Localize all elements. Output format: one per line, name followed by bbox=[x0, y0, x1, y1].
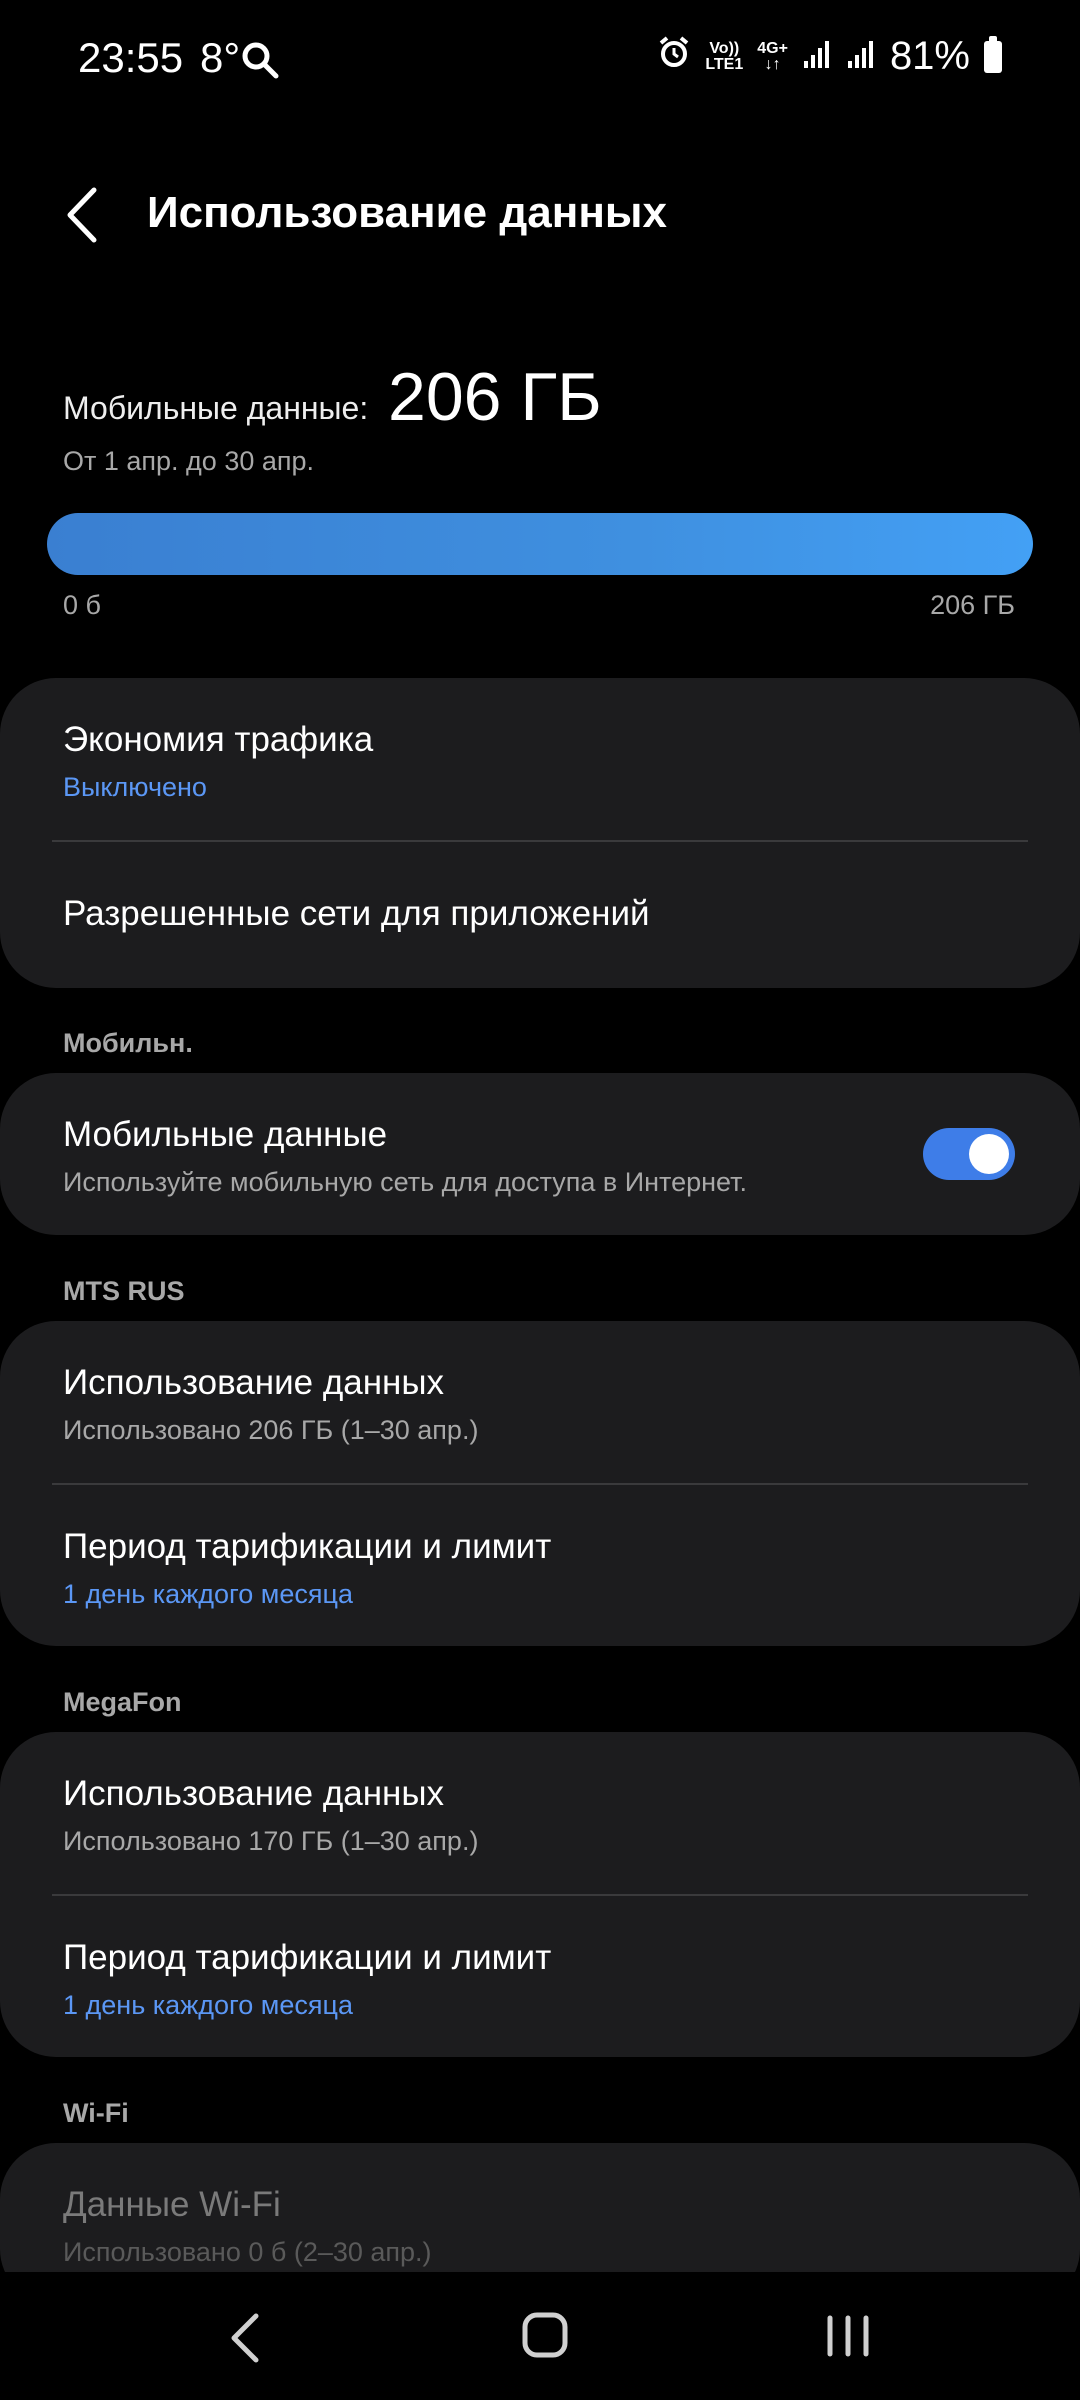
data-saver-status: Выключено bbox=[63, 772, 207, 802]
usage-progress-bar bbox=[47, 513, 1033, 575]
alarm-icon bbox=[657, 34, 691, 79]
mts-billing-title: Период тарификации и лимит bbox=[63, 1527, 552, 1566]
status-icons: Vo)) LTE1 4G+ ↓↑ 81% bbox=[657, 34, 1002, 79]
page-title: Использование данных bbox=[147, 188, 667, 237]
megafon-card: Использование данных Использовано 170 ГБ… bbox=[0, 1732, 1080, 2057]
nav-home-icon[interactable] bbox=[520, 2310, 570, 2360]
signal-icon-sim2 bbox=[846, 34, 876, 79]
nav-recent-apps-icon[interactable] bbox=[822, 2312, 874, 2360]
nav-back-icon[interactable] bbox=[224, 2310, 268, 2366]
section-header-mobile: Мобильн. bbox=[63, 1028, 193, 1058]
mts-billing-item[interactable]: Период тарификации и лимит 1 день каждог… bbox=[0, 1485, 1080, 1646]
section-header-wifi: Wi-Fi bbox=[63, 2098, 129, 2128]
battery-icon bbox=[984, 35, 1002, 73]
usage-label: Мобильные данные: bbox=[63, 390, 369, 426]
toggle-knob bbox=[969, 1134, 1009, 1174]
wifi-data-subtitle: Использовано 0 б (2–30 апр.) bbox=[63, 2237, 432, 2267]
section-header-mts: MTS RUS bbox=[63, 1276, 185, 1306]
search-icon bbox=[240, 40, 280, 80]
data-saver-item[interactable]: Экономия трафика Выключено bbox=[0, 678, 1080, 840]
mobile-data-subtitle: Используйте мобильную сеть для доступа в… bbox=[63, 1167, 748, 1197]
battery-percent: 81% bbox=[889, 34, 970, 78]
megafon-billing-subtitle: 1 день каждого месяца bbox=[63, 1990, 353, 2020]
allowed-networks-item[interactable]: Разрешенные сети для приложений bbox=[0, 842, 1080, 988]
megafon-billing-title: Период тарификации и лимит bbox=[63, 1938, 552, 1977]
megafon-usage-title: Использование данных bbox=[63, 1774, 445, 1813]
mts-card: Использование данных Использовано 206 ГБ… bbox=[0, 1321, 1080, 1646]
mobile-data-title: Мобильные данные bbox=[63, 1115, 388, 1154]
mts-billing-subtitle: 1 день каждого месяца bbox=[63, 1579, 353, 1609]
mts-usage-item[interactable]: Использование данных Использовано 206 ГБ… bbox=[0, 1321, 1080, 1483]
mts-usage-title: Использование данных bbox=[63, 1363, 445, 1402]
wifi-data-title: Данные Wi-Fi bbox=[63, 2185, 281, 2224]
status-temperature: 8° bbox=[200, 34, 241, 81]
network-type-indicator: 4G+ ↓↑ bbox=[757, 39, 788, 73]
status-time: 23:55 bbox=[78, 34, 184, 81]
usage-value: 206 ГБ bbox=[388, 359, 602, 435]
usage-period: От 1 апр. до 30 апр. bbox=[63, 446, 315, 476]
megafon-billing-item[interactable]: Период тарификации и лимит 1 день каждог… bbox=[0, 1896, 1080, 2057]
allowed-networks-title: Разрешенные сети для приложений bbox=[63, 894, 650, 933]
usage-bar-min: 0 б bbox=[63, 590, 101, 620]
section-header-megafon: MegaFon bbox=[63, 1687, 182, 1717]
signal-icon-sim1 bbox=[802, 34, 832, 79]
back-button[interactable] bbox=[56, 180, 116, 250]
data-saver-title: Экономия трафика bbox=[63, 720, 374, 759]
data-settings-card: Экономия трафика Выключено Разрешенные с… bbox=[0, 678, 1080, 988]
megafon-usage-subtitle: Использовано 170 ГБ (1–30 апр.) bbox=[63, 1826, 479, 1856]
usage-bar-max: 206 ГБ bbox=[930, 590, 1015, 620]
mobile-data-item[interactable]: Мобильные данные Используйте мобильную с… bbox=[0, 1073, 1080, 1235]
volte-indicator: Vo)) LTE1 bbox=[705, 39, 744, 73]
megafon-usage-item[interactable]: Использование данных Использовано 170 ГБ… bbox=[0, 1732, 1080, 1894]
mobile-data-toggle[interactable] bbox=[923, 1128, 1015, 1180]
mts-usage-subtitle: Использовано 206 ГБ (1–30 апр.) bbox=[63, 1415, 479, 1445]
